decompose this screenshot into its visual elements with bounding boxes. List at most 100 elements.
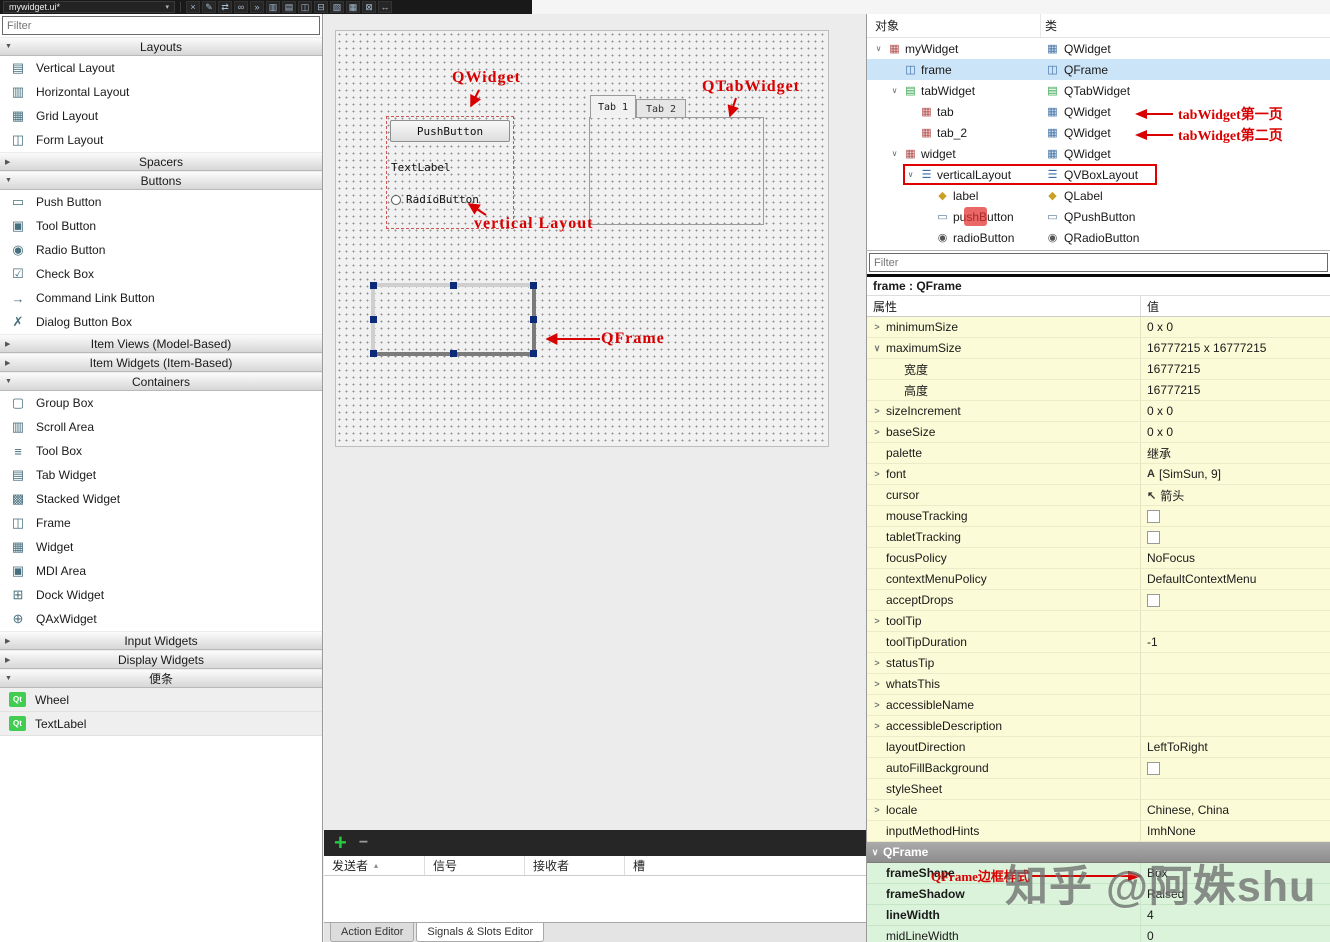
property-value-cell[interactable]: [1141, 695, 1330, 715]
object-row-verticalLayout[interactable]: ∨ ☰ verticalLayout ☰ QVBoxLayout: [867, 164, 1330, 185]
chevron-right-icon[interactable]: >: [871, 469, 883, 479]
property-value-cell[interactable]: [1141, 674, 1330, 694]
edit-signals-slots-icon[interactable]: ⇄: [218, 1, 232, 13]
category-buttons[interactable]: ▼ Buttons: [0, 171, 322, 190]
property-row-locale[interactable]: > locale Chinese, China: [867, 800, 1330, 821]
selection-handle[interactable]: [530, 315, 537, 323]
qwidget-container[interactable]: PushButton TextLabel RadioButton: [386, 116, 514, 229]
break-layout-icon[interactable]: ⊠: [362, 1, 376, 13]
widget-item-grid-layout[interactable]: ▦ Grid Layout: [0, 104, 322, 128]
widget-item-vertical-layout[interactable]: ▤ Vertical Layout: [0, 56, 322, 80]
property-value-cell[interactable]: 16777215: [1141, 380, 1330, 400]
property-value-cell[interactable]: 0: [1141, 926, 1330, 942]
property-value-cell[interactable]: Raised: [1141, 884, 1330, 904]
selection-handle[interactable]: [449, 282, 457, 289]
property-row-height[interactable]: 高度 16777215: [867, 380, 1330, 401]
edit-buddies-icon[interactable]: ∞: [234, 1, 248, 13]
remove-connection-button[interactable]: −: [359, 834, 368, 852]
checkbox[interactable]: [1147, 509, 1160, 523]
property-value-cell[interactable]: [1141, 506, 1330, 526]
object-row-pushButton[interactable]: ▭ pushButton ▭ QPushButton: [867, 206, 1330, 227]
property-value-cell[interactable]: 0 x 0: [1141, 401, 1330, 421]
widget-item-qt-widget[interactable]: Qt TextLabel: [0, 712, 322, 736]
chevron-right-icon[interactable]: >: [871, 700, 883, 710]
selection-handle[interactable]: [370, 315, 377, 323]
property-row-maximumSize[interactable]: ∨ maximumSize 16777215 x 16777215: [867, 338, 1330, 359]
checkbox[interactable]: [1147, 530, 1160, 544]
object-row-tabWidget[interactable]: ∨ ▤ tabWidget ▤ QTabWidget: [867, 80, 1330, 101]
text-label-widget[interactable]: TextLabel: [391, 161, 451, 174]
property-row-layoutDirection[interactable]: layoutDirection LeftToRight: [867, 737, 1330, 758]
tab-2[interactable]: Tab 2: [636, 99, 686, 118]
radio-button-widget[interactable]: RadioButton: [391, 193, 479, 206]
widget-item-tool-button[interactable]: ▣ Tool Button: [0, 214, 322, 238]
property-row-frameShape[interactable]: frameShape Box QFrame边框样式: [867, 863, 1330, 884]
layout-grid-icon[interactable]: ▦: [346, 1, 360, 13]
column-header-object[interactable]: 对象: [867, 14, 1041, 37]
widget-item-group-box[interactable]: ▢ Group Box: [0, 391, 322, 415]
signal-column-header-0[interactable]: 发送者 ▴: [324, 856, 425, 875]
category-containers[interactable]: ▼ Containers: [0, 372, 322, 391]
property-value-cell[interactable]: [1141, 653, 1330, 673]
property-value-cell[interactable]: Chinese, China: [1141, 800, 1330, 820]
layout-vertically-icon[interactable]: ▤: [282, 1, 296, 13]
object-row-myWidget[interactable]: ∨ ▦ myWidget ▦ QWidget: [867, 38, 1330, 59]
tab-signals-slots-editor[interactable]: Signals & Slots Editor: [416, 923, 545, 942]
property-value-cell[interactable]: [1141, 779, 1330, 799]
adjust-size-icon[interactable]: ↔: [378, 1, 392, 13]
category-spacers[interactable]: ▶ Spacers: [0, 152, 322, 171]
add-connection-button[interactable]: +: [334, 832, 347, 854]
property-value-cell[interactable]: DefaultContextMenu: [1141, 569, 1330, 589]
property-value-cell[interactable]: 0 x 0: [1141, 317, 1330, 337]
layout-horizontally-icon[interactable]: ▥: [266, 1, 280, 13]
property-value-cell[interactable]: [1141, 590, 1330, 610]
signal-column-header-1[interactable]: 信号: [425, 856, 525, 875]
property-row-sizeIncrement[interactable]: > sizeIncrement 0 x 0: [867, 401, 1330, 422]
object-row-radioButton[interactable]: ◉ radioButton ◉ QRadioButton: [867, 227, 1330, 248]
widget-item-qt-widget[interactable]: Qt Wheel: [0, 688, 322, 712]
tab-widget[interactable]: Tab 1 Tab 2: [589, 95, 764, 225]
widget-item-scroll-area[interactable]: ▥ Scroll Area: [0, 415, 322, 439]
edit-tab-order-icon[interactable]: »: [250, 1, 264, 13]
qframe-widget[interactable]: [370, 282, 537, 357]
property-row-styleSheet[interactable]: styleSheet: [867, 779, 1330, 800]
widget-filter-input[interactable]: [2, 16, 320, 35]
widget-item-stacked-widget[interactable]: ▩ Stacked Widget: [0, 487, 322, 511]
category-display-widgets[interactable]: ▶ Display Widgets: [0, 650, 322, 669]
property-value-cell[interactable]: A [SimSun, 9]: [1141, 464, 1330, 484]
checkbox[interactable]: [1147, 593, 1160, 607]
column-header-value[interactable]: 值: [1141, 298, 1159, 315]
property-value-cell[interactable]: 16777215: [1141, 359, 1330, 379]
property-row-tabletTracking[interactable]: tabletTracking: [867, 527, 1330, 548]
property-row-midLineWidth[interactable]: midLineWidth 0: [867, 926, 1330, 942]
widget-item-frame[interactable]: ◫ Frame: [0, 511, 322, 535]
property-value-cell[interactable]: ImhNone: [1141, 821, 1330, 841]
selection-handle[interactable]: [530, 350, 537, 357]
property-value-cell[interactable]: [1141, 758, 1330, 778]
tab-action-editor[interactable]: Action Editor: [330, 923, 415, 942]
chevron-down-icon[interactable]: ∨: [873, 44, 884, 53]
property-row-inputMethodHints[interactable]: inputMethodHints ImhNone: [867, 821, 1330, 842]
chevron-down-icon[interactable]: ∨: [871, 343, 883, 354]
widget-item-dock-widget[interactable]: ⊞ Dock Widget: [0, 583, 322, 607]
signal-column-header-2[interactable]: 接收者: [525, 856, 625, 875]
widget-item-check-box[interactable]: ☑ Check Box: [0, 262, 322, 286]
chevron-right-icon[interactable]: >: [871, 616, 883, 626]
property-value-cell[interactable]: -1: [1141, 632, 1330, 652]
widget-item-push-button[interactable]: ▭ Push Button: [0, 190, 322, 214]
signal-editor-body[interactable]: [324, 876, 866, 922]
tab-pane[interactable]: [589, 117, 764, 225]
chevron-right-icon[interactable]: >: [871, 721, 883, 731]
property-row-font[interactable]: > font A [SimSun, 9]: [867, 464, 1330, 485]
property-row-toolTipDuration[interactable]: toolTipDuration -1: [867, 632, 1330, 653]
widget-item-qaxwidget[interactable]: ⊕ QAxWidget: [0, 607, 322, 631]
property-row-lineWidth[interactable]: lineWidth 4: [867, 905, 1330, 926]
chevron-right-icon[interactable]: >: [871, 322, 883, 332]
selection-handle[interactable]: [370, 350, 377, 357]
close-file-icon[interactable]: ×: [186, 1, 200, 13]
property-row-focusPolicy[interactable]: focusPolicy NoFocus: [867, 548, 1330, 569]
property-value-cell[interactable]: NoFocus: [1141, 548, 1330, 568]
widget-item-tab-widget[interactable]: ▤ Tab Widget: [0, 463, 322, 487]
widget-item-horizontal-layout[interactable]: ▥ Horizontal Layout: [0, 80, 322, 104]
selection-handle[interactable]: [370, 282, 377, 289]
